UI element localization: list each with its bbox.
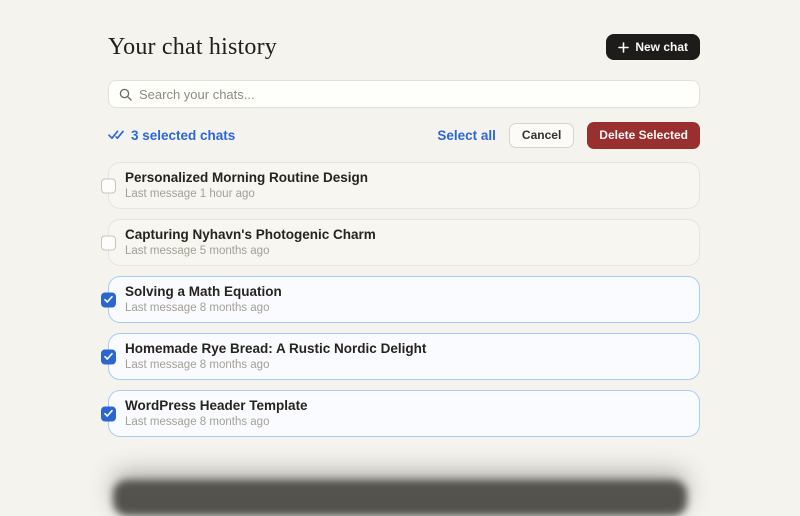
plus-icon <box>618 42 629 53</box>
cancel-button[interactable]: Cancel <box>509 123 574 148</box>
delete-selected-button[interactable]: Delete Selected <box>587 122 700 149</box>
page-header: Your chat history New chat <box>108 33 700 61</box>
selection-bar: 3 selected chats Select all Cancel Delet… <box>108 122 700 148</box>
chat-list-item[interactable]: Homemade Rye Bread: A Rustic Nordic Deli… <box>108 333 700 380</box>
check-icon <box>104 296 113 304</box>
chat-list-item[interactable]: Personalized Morning Routine Design Last… <box>108 162 700 209</box>
select-all-link[interactable]: Select all <box>437 128 496 143</box>
check-icon <box>104 353 113 361</box>
chat-list: Personalized Morning Routine Design Last… <box>108 162 700 437</box>
check-icon <box>104 182 113 190</box>
chat-checkbox-checked[interactable] <box>101 292 116 307</box>
chat-last-message: Last message 8 months ago <box>125 416 699 430</box>
chat-last-message: Last message 8 months ago <box>125 302 699 316</box>
selected-count: 3 selected chats <box>108 128 235 143</box>
new-chat-label: New chat <box>635 40 688 54</box>
new-chat-button[interactable]: New chat <box>606 34 700 60</box>
chat-title: WordPress Header Template <box>125 398 699 414</box>
search-input[interactable] <box>139 87 689 102</box>
search-icon <box>119 88 132 101</box>
check-icon <box>104 239 113 247</box>
chat-checkbox-unchecked[interactable] <box>101 235 116 250</box>
selected-count-label: 3 selected chats <box>131 128 235 143</box>
chat-last-message: Last message 5 months ago <box>125 245 699 259</box>
chat-list-item[interactable]: Capturing Nyhavn's Photogenic Charm Last… <box>108 219 700 266</box>
selection-actions: Select all Cancel Delete Selected <box>437 122 700 149</box>
chat-last-message: Last message 8 months ago <box>125 359 699 373</box>
bottom-floating-bar <box>113 480 687 516</box>
chat-title: Solving a Math Equation <box>125 284 699 300</box>
chat-checkbox-unchecked[interactable] <box>101 178 116 193</box>
chat-checkbox-checked[interactable] <box>101 349 116 364</box>
chat-list-item[interactable]: WordPress Header Template Last message 8… <box>108 390 700 437</box>
search-bar <box>108 80 700 108</box>
double-check-icon <box>108 129 124 141</box>
chat-title: Homemade Rye Bread: A Rustic Nordic Deli… <box>125 341 699 357</box>
chat-list-item[interactable]: Solving a Math Equation Last message 8 m… <box>108 276 700 323</box>
check-icon <box>104 410 113 418</box>
chat-checkbox-checked[interactable] <box>101 406 116 421</box>
chat-title: Capturing Nyhavn's Photogenic Charm <box>125 227 699 243</box>
chat-last-message: Last message 1 hour ago <box>125 188 699 202</box>
chat-history-page: Your chat history New chat 3 selected ch… <box>108 0 700 437</box>
page-title: Your chat history <box>108 34 277 61</box>
chat-title: Personalized Morning Routine Design <box>125 170 699 186</box>
